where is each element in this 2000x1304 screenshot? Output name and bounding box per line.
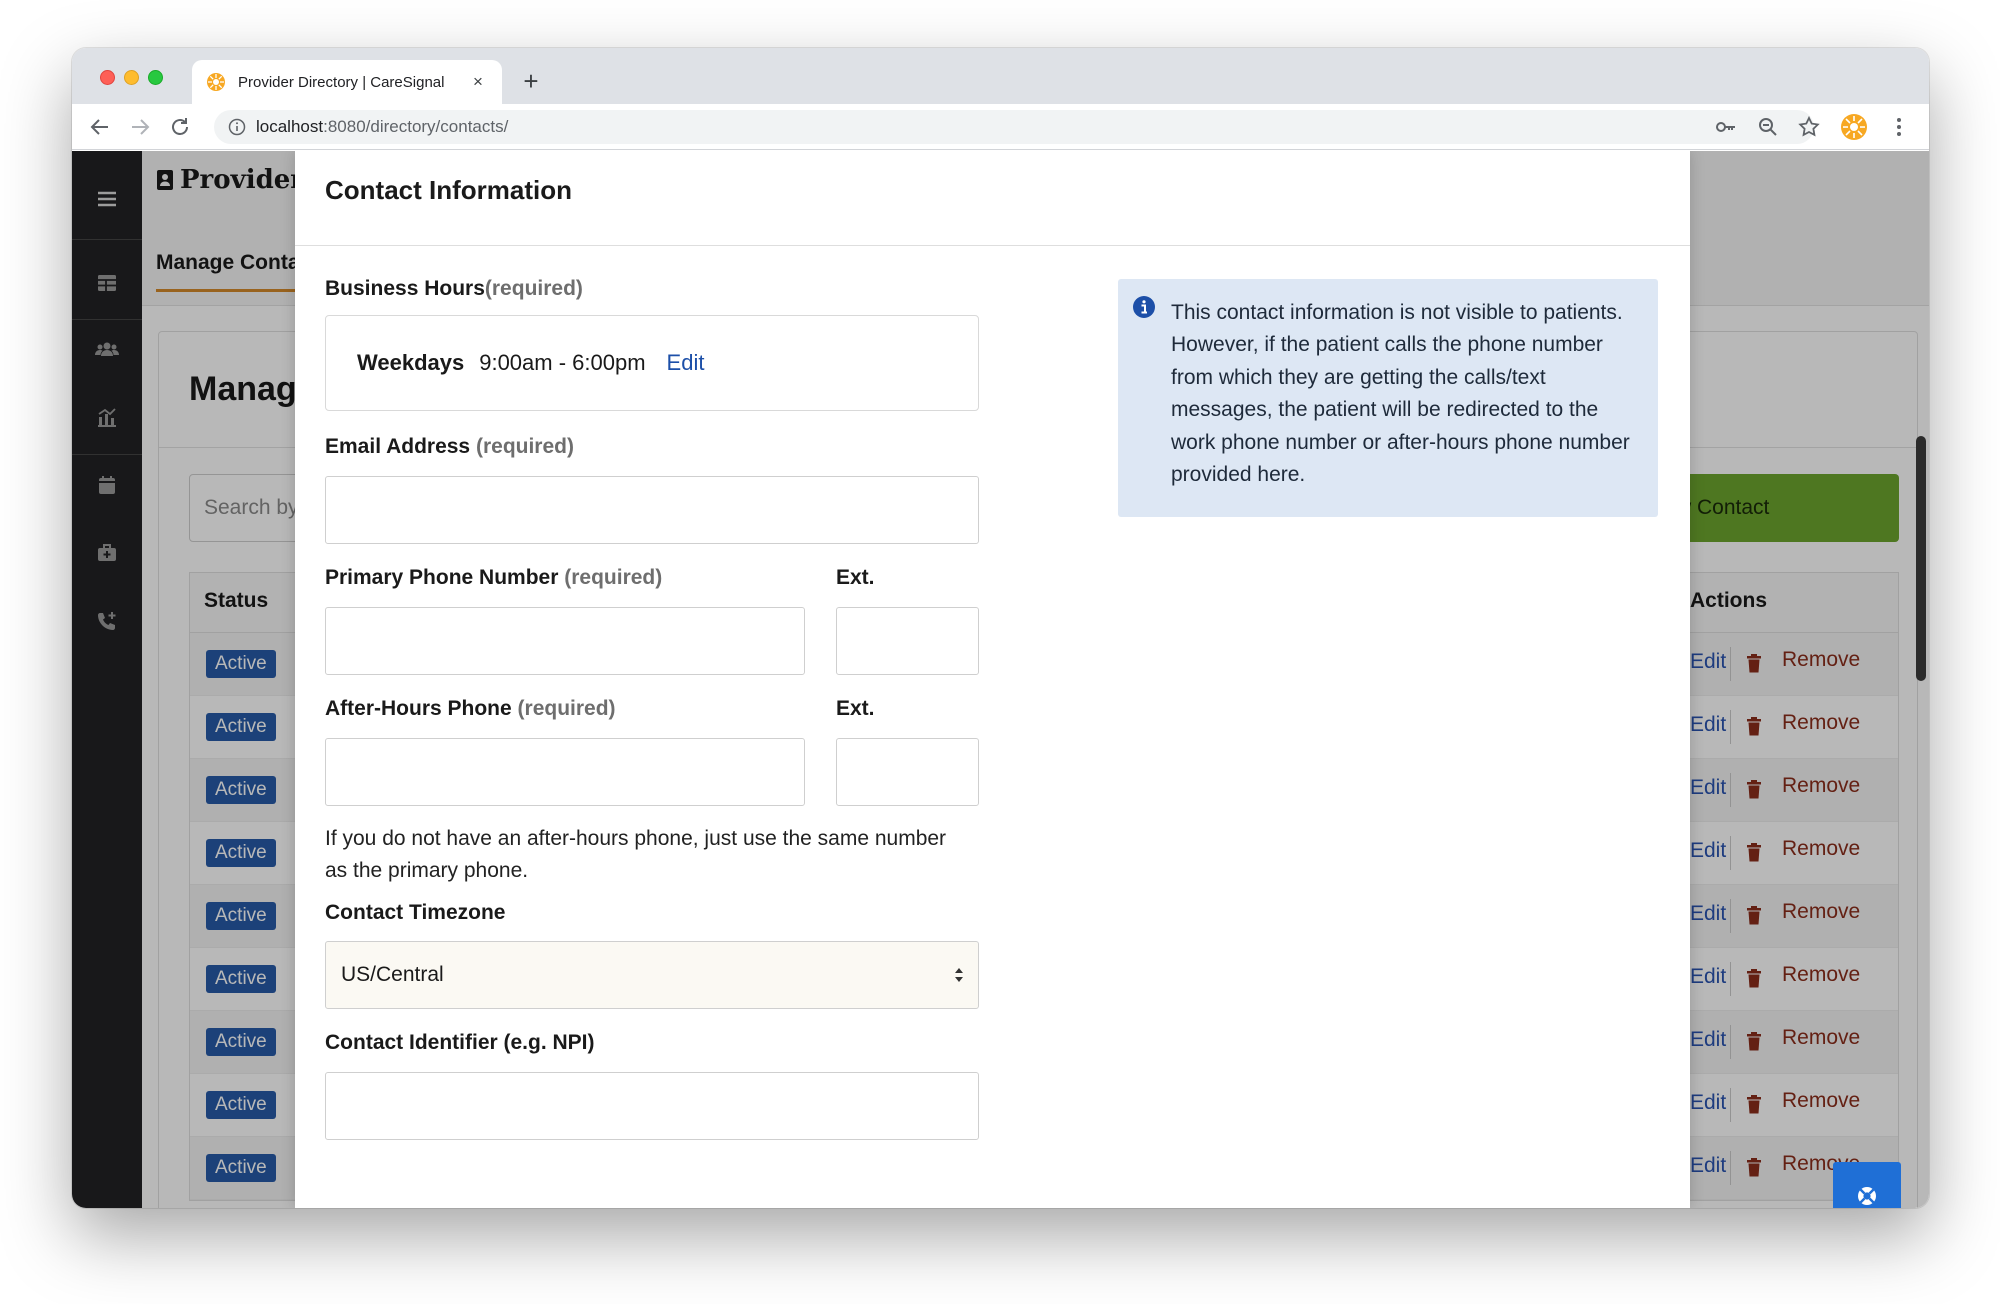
info-alert-text: This contact information is not visible … — [1171, 301, 1630, 487]
lifebuoy-icon — [1858, 1187, 1876, 1205]
select-arrows-icon — [955, 968, 963, 982]
info-icon — [1133, 296, 1155, 318]
browser-tab[interactable]: Provider Directory | CareSignal × — [192, 60, 502, 104]
required-marker: (required) — [564, 566, 663, 589]
site-info-icon[interactable] — [228, 118, 246, 136]
contact-information-modal: Contact Information Business Hours(requi… — [295, 151, 1690, 1208]
primary-ext-label: Ext. — [836, 566, 875, 589]
more-icon[interactable] — [1887, 115, 1911, 139]
window-close-button[interactable] — [100, 70, 115, 85]
identifier-label: Contact Identifier (e.g. NPI) — [325, 1031, 595, 1054]
after-hours-phone-label-text: After-Hours Phone — [325, 697, 512, 720]
window-minimize-button[interactable] — [124, 70, 139, 85]
email-label: Email Address (required) — [325, 435, 574, 459]
edit-hours-link[interactable]: Edit — [667, 350, 705, 376]
profile-icon[interactable] — [1840, 113, 1868, 141]
primary-ext-field[interactable] — [836, 607, 979, 675]
primary-phone-field[interactable] — [325, 607, 805, 675]
after-hours-help-text: If you do not have an after-hours phone,… — [325, 827, 947, 882]
new-tab-button[interactable]: + — [514, 64, 548, 98]
primary-phone-label-text: Primary Phone Number — [325, 566, 559, 589]
after-hours-phone-label: After-Hours Phone (required) — [325, 697, 616, 721]
business-hours-label-text: Business Hours — [325, 277, 485, 300]
browser-tabbar: Provider Directory | CareSignal × + — [72, 48, 1929, 104]
star-icon[interactable] — [1797, 115, 1821, 139]
info-alert: This contact information is not visible … — [1118, 279, 1658, 517]
primary-phone-label: Primary Phone Number (required) — [325, 566, 662, 590]
caresignal-favicon-icon — [207, 73, 225, 91]
modal-title: Contact Information — [325, 175, 572, 205]
email-label-text: Email Address — [325, 435, 471, 458]
key-icon[interactable] — [1714, 115, 1738, 139]
page-scrollbar[interactable] — [1916, 436, 1926, 681]
identifier-field[interactable] — [325, 1072, 979, 1140]
after-hours-ext-label: Ext. — [836, 697, 875, 720]
required-marker: (required) — [475, 435, 574, 458]
business-hours-label: Business Hours(required) — [325, 277, 583, 301]
required-marker: (required) — [517, 697, 616, 720]
url-path: :8080/directory/contacts/ — [323, 117, 509, 136]
zoom-icon[interactable] — [1756, 115, 1780, 139]
window-zoom-button[interactable] — [148, 70, 163, 85]
browser-window: Provider Directory | CareSignal × + loca… — [72, 48, 1929, 1208]
page-viewport: Provider Directory Manage Contacts Manag… — [72, 151, 1929, 1208]
reload-icon[interactable] — [168, 115, 192, 139]
business-hours-box: Weekdays 9:00am - 6:00pm Edit — [325, 315, 979, 411]
timezone-selected-value: US/Central — [341, 963, 444, 986]
timezone-label: Contact Timezone — [325, 901, 506, 924]
url-host: localhost — [256, 117, 324, 136]
back-icon[interactable] — [88, 115, 112, 139]
tab-title: Provider Directory | CareSignal — [238, 73, 445, 91]
required-marker: (required) — [484, 277, 583, 300]
forward-icon[interactable] — [128, 115, 152, 139]
after-hours-ext-field[interactable] — [836, 738, 979, 806]
help-button[interactable] — [1833, 1162, 1901, 1208]
address-bar[interactable]: localhost:8080/directory/contacts/ — [214, 110, 1814, 144]
modal-header: Contact Information — [295, 151, 1690, 246]
hours-time: 9:00am - 6:00pm — [479, 350, 646, 375]
tab-close-icon[interactable]: × — [468, 72, 488, 92]
hours-day: Weekdays — [357, 350, 465, 375]
email-field[interactable] — [325, 476, 979, 544]
after-hours-phone-field[interactable] — [325, 738, 805, 806]
timezone-select[interactable]: US/Central — [325, 941, 979, 1009]
browser-toolbar: localhost:8080/directory/contacts/ — [72, 104, 1929, 150]
